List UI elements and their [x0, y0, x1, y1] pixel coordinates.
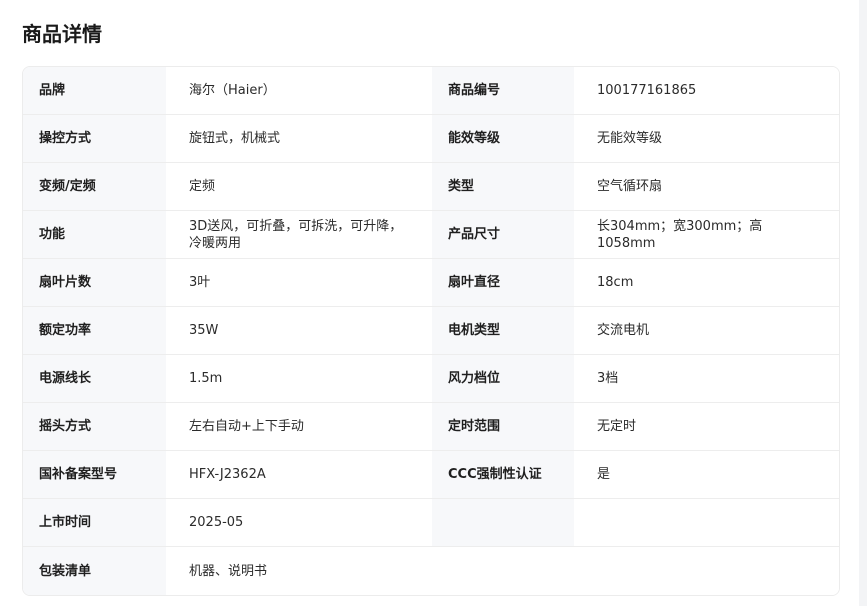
spec-value: 交流电机 — [574, 307, 839, 354]
empty-spec-value — [574, 499, 839, 546]
spec-label: 商品编号 — [432, 67, 574, 114]
spec-value: 3D送风，可折叠，可拆洗，可升降，冷暖两用 — [166, 211, 432, 258]
spec-row: 包装清单 机器、说明书 — [23, 547, 839, 595]
spec-label: 电机类型 — [432, 307, 574, 354]
spec-value: 18cm — [574, 259, 839, 306]
scrollbar-track[interactable] — [859, 0, 867, 606]
spec-row: 扇叶片数 3叶 扇叶直径 18cm — [23, 259, 839, 307]
spec-value: 无能效等级 — [574, 115, 839, 162]
spec-label: 扇叶直径 — [432, 259, 574, 306]
spec-row: 电源线长 1.5m 风力档位 3档 — [23, 355, 839, 403]
spec-label: 摇头方式 — [23, 403, 166, 450]
spec-value: 2025-05 — [166, 499, 432, 546]
spec-value: 定频 — [166, 163, 432, 210]
spec-value: 3叶 — [166, 259, 432, 306]
spec-label: 类型 — [432, 163, 574, 210]
spec-value: HFX-J2362A — [166, 451, 432, 498]
spec-value: 1.5m — [166, 355, 432, 402]
spec-label: 国补备案型号 — [23, 451, 166, 498]
spec-value: 100177161865 — [574, 67, 839, 114]
spec-label: 能效等级 — [432, 115, 574, 162]
spec-value: 无定时 — [574, 403, 839, 450]
spec-row: 国补备案型号 HFX-J2362A CCC强制性认证 是 — [23, 451, 839, 499]
spec-value: 长304mm；宽300mm；高1058mm — [574, 211, 839, 258]
spec-label: 产品尺寸 — [432, 211, 574, 258]
spec-label: CCC强制性认证 — [432, 451, 574, 498]
spec-label: 上市时间 — [23, 499, 166, 546]
spec-value: 35W — [166, 307, 432, 354]
spec-row: 上市时间 2025-05 — [23, 499, 839, 547]
spec-value: 3档 — [574, 355, 839, 402]
spec-label: 定时范围 — [432, 403, 574, 450]
product-details-page: 商品详情 品牌 海尔（Haier） 商品编号 100177161865 操控方式… — [0, 0, 867, 606]
spec-label: 扇叶片数 — [23, 259, 166, 306]
spec-value: 旋钮式，机械式 — [166, 115, 432, 162]
spec-row: 摇头方式 左右自动+上下手动 定时范围 无定时 — [23, 403, 839, 451]
spec-value: 左右自动+上下手动 — [166, 403, 432, 450]
spec-label: 包装清单 — [23, 547, 166, 595]
spec-label: 额定功率 — [23, 307, 166, 354]
spec-value: 海尔（Haier） — [166, 67, 432, 114]
spec-label: 功能 — [23, 211, 166, 258]
spec-row: 额定功率 35W 电机类型 交流电机 — [23, 307, 839, 355]
spec-label: 操控方式 — [23, 115, 166, 162]
spec-row: 变频/定频 定频 类型 空气循环扇 — [23, 163, 839, 211]
spec-row: 功能 3D送风，可折叠，可拆洗，可升降，冷暖两用 产品尺寸 长304mm；宽30… — [23, 211, 839, 259]
spec-table: 品牌 海尔（Haier） 商品编号 100177161865 操控方式 旋钮式，… — [22, 66, 840, 596]
spec-label: 电源线长 — [23, 355, 166, 402]
spec-label: 变频/定频 — [23, 163, 166, 210]
spec-label: 风力档位 — [432, 355, 574, 402]
spec-value: 机器、说明书 — [166, 547, 839, 595]
empty-spec-label — [432, 499, 574, 546]
spec-row: 操控方式 旋钮式，机械式 能效等级 无能效等级 — [23, 115, 839, 163]
spec-value: 是 — [574, 451, 839, 498]
spec-row: 品牌 海尔（Haier） 商品编号 100177161865 — [23, 67, 839, 115]
spec-label: 品牌 — [23, 67, 166, 114]
section-title: 商品详情 — [22, 22, 102, 46]
spec-value: 空气循环扇 — [574, 163, 839, 210]
